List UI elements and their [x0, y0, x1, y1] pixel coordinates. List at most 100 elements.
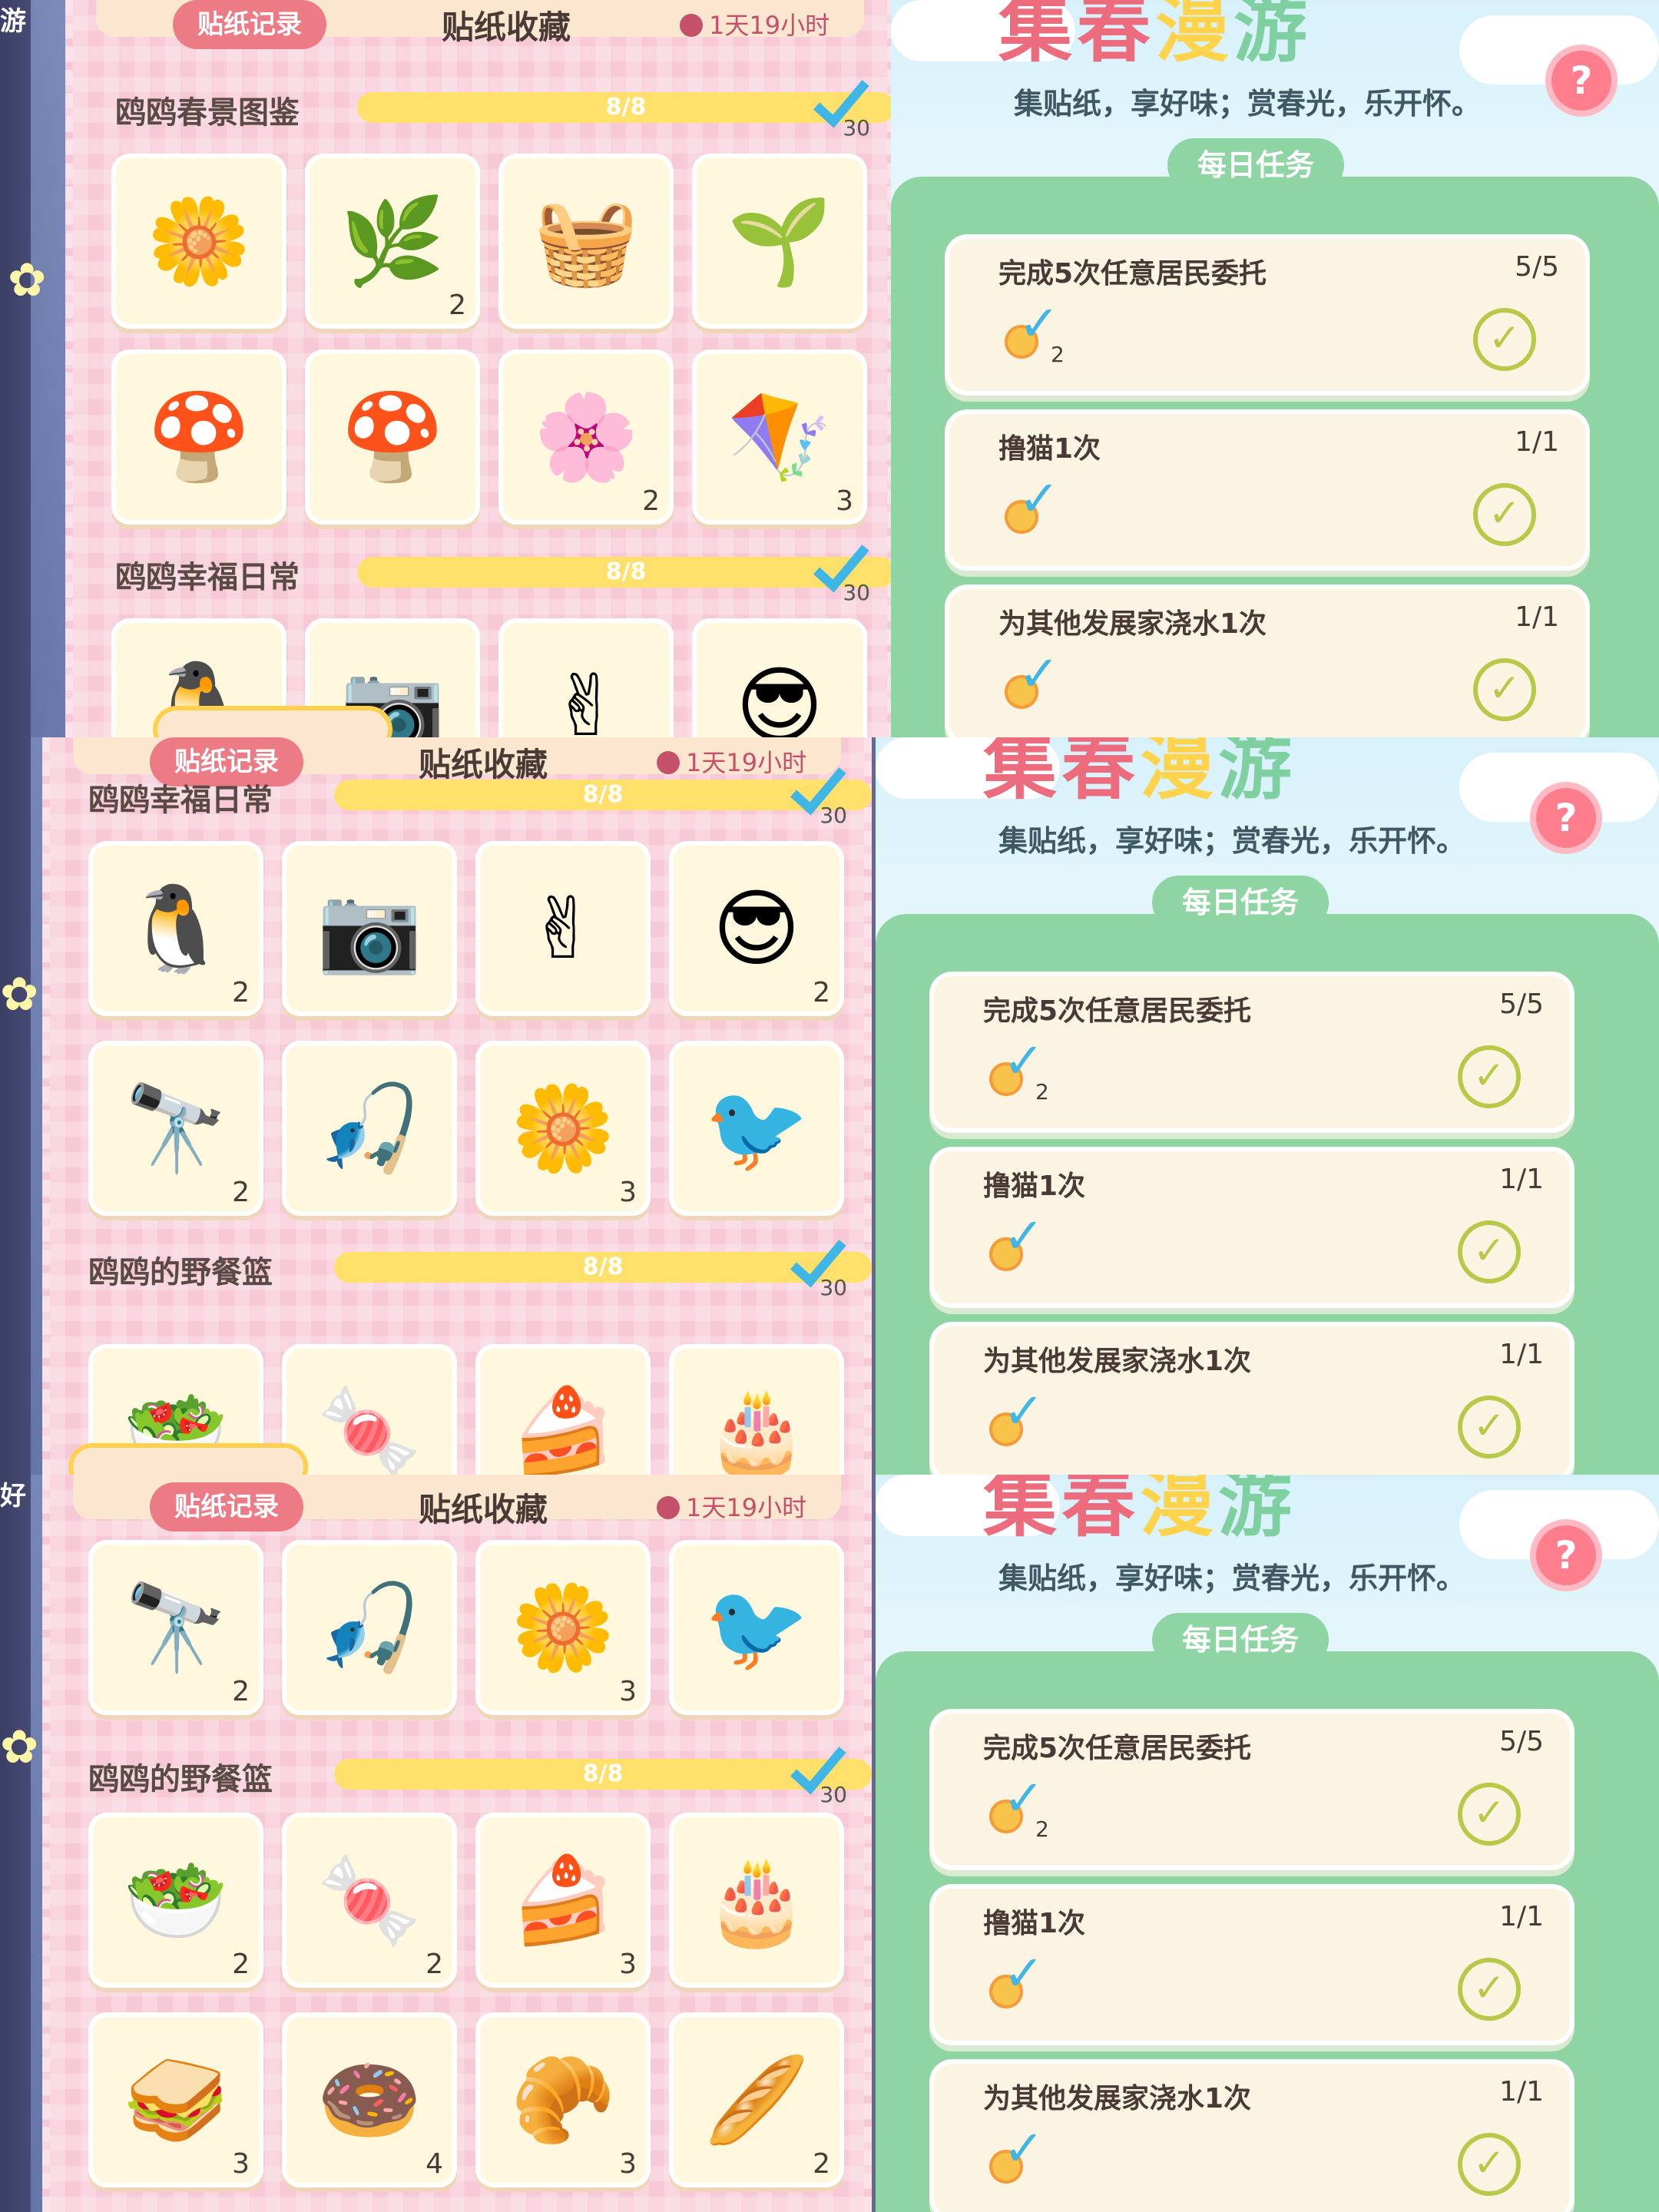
reward-amount: 30 [820, 1275, 847, 1300]
task-card[interactable]: 为其他发展家浇水1次 1/1 ✓ ✓ [929, 1322, 1575, 1475]
task-text: 撸猫1次 [983, 1908, 1086, 1939]
task-card[interactable]: 为其他发展家浇水1次 1/1 ✓ ✓ [945, 584, 1590, 737]
daily-task-tab[interactable]: 每日任务 [1152, 876, 1329, 929]
sticker-tile[interactable]: 🍬2 [282, 1813, 457, 1988]
sticker-record-tab[interactable]: 贴纸记录 [150, 1482, 303, 1532]
sticker-tile[interactable]: 🍰3 [475, 1344, 651, 1475]
sticker-tile[interactable]: 🌼 [111, 154, 286, 329]
sticker-tile[interactable]: 🐦 [669, 1540, 844, 1715]
camera-gull-sticker-icon: 📷 [316, 879, 422, 978]
sticker-tile[interactable]: 🥐 3 [475, 2012, 651, 2187]
sticker-tile[interactable]: ✌ [475, 841, 651, 1016]
daily-task-tab[interactable]: 每日任务 [1167, 138, 1344, 192]
sticker-grid-happy: 🐧 2 📷 ✌ 😎 2 [88, 841, 844, 1025]
sticker-tile[interactable]: 🥗2 [88, 1813, 263, 1988]
brown-mushroom-sticker-icon: 🍄 [146, 387, 252, 486]
event-title: 集春漫游 [983, 737, 1296, 810]
sticker-tile[interactable]: 🐦 [669, 1041, 844, 1216]
sticker-tile[interactable]: 😎2 [669, 841, 844, 1016]
reward-claimed-icon: ✓ [1018, 646, 1060, 703]
task-card[interactable]: 撸猫1次 1/1 ✓ ✓ [929, 1884, 1575, 2045]
task-progress: 5/5 [1499, 1726, 1544, 1757]
task-complete-icon[interactable]: ✓ [1458, 2133, 1521, 2196]
sticker-count: 2 [813, 2148, 830, 2180]
edge-label: 好 [0, 1481, 26, 1512]
macaron-sticker-icon: 🍬 [316, 1382, 422, 1475]
sticker-tile[interactable]: 🍰3 [475, 1813, 651, 1988]
sticker-tile[interactable]: 🎣 [282, 1041, 457, 1216]
daily-task-tab[interactable]: 每日任务 [1152, 1613, 1329, 1667]
task-text: 撸猫1次 [983, 1171, 1086, 1202]
section-title: 鸥鸥春景图鉴 [115, 95, 300, 131]
event-timer: 1天19小时 [680, 6, 830, 41]
sticker-count: 3 [619, 1676, 637, 1707]
sticker-tile[interactable]: 🥪 3 [88, 2012, 263, 2187]
task-complete-icon[interactable]: ✓ [1458, 1045, 1521, 1108]
reward-count: 2 [1035, 1816, 1049, 1842]
task-card[interactable]: 撸猫1次 1/1 ✓ ✓ [945, 409, 1590, 571]
task-complete-icon[interactable]: ✓ [1473, 658, 1536, 721]
flower-gull-sticker-icon: 🌼 [510, 1578, 616, 1677]
task-card[interactable]: 完成5次任意居民委托 5/5 ✓ 2 ✓ [945, 234, 1590, 396]
sticker-tile[interactable]: 🎂 [669, 1344, 844, 1475]
sticker-count: 2 [426, 1949, 443, 1980]
kite-sticker-icon: 🪁 [727, 387, 833, 486]
task-complete-icon[interactable]: ✓ [1473, 483, 1536, 546]
sticker-tile[interactable]: ✌ [498, 618, 674, 737]
sticker-tile[interactable]: 🍬2 [282, 1344, 457, 1475]
sticker-tile[interactable]: 🌼 3 [475, 1540, 651, 1715]
task-card[interactable]: 为其他发展家浇水1次 1/1 ✓ ✓ [929, 2059, 1575, 2212]
task-text: 完成5次任意居民委托 [983, 1733, 1252, 1764]
reward-claimed-icon: ✓ [1003, 1383, 1045, 1440]
sticker-tile[interactable]: 😎2 [692, 618, 867, 737]
willow-branch-sticker-icon: 🌿 [339, 191, 445, 290]
sticker-panel: 贴纸记录 贴纸收藏 1天19小时 🔭 2 🎣 🌼 3 🐦 鸥鸥的野餐篮 8/8 30 🥗 2… [42, 1475, 872, 2212]
task-complete-icon[interactable]: ✓ [1458, 1958, 1521, 2021]
section-title: 鸥鸥的野餐篮 [88, 1255, 273, 1290]
panel-title: 贴纸收藏 [442, 8, 571, 46]
task-card[interactable]: 撸猫1次 1/1 ✓ ✓ [929, 1147, 1575, 1308]
sticker-tile[interactable]: 🍩 4 [282, 2012, 457, 2187]
task-progress: 1/1 [1499, 1339, 1544, 1370]
chocolate-cake-sticker-icon: 🎂 [704, 1850, 810, 1949]
sticker-count: 2 [232, 1949, 250, 1980]
sticker-tile[interactable]: 🌿 2 [305, 154, 480, 329]
sticker-tile[interactable]: 🔭 2 [88, 1041, 263, 1216]
sticker-count: 3 [232, 2148, 250, 2180]
task-progress: 1/1 [1499, 1901, 1544, 1932]
reward-claimed-icon: ✓ [1003, 1208, 1045, 1265]
sticker-tile[interactable]: 🎣 [282, 1540, 457, 1715]
record-shortcut-button[interactable] [73, 1448, 303, 1475]
panel-header: 贴纸记录 贴纸收藏 1天19小时 [73, 1475, 841, 1532]
sticker-tile[interactable]: 🪁 3 [692, 349, 867, 525]
sticker-record-tab[interactable]: 贴纸记录 [173, 0, 326, 49]
event-panel: 集春漫游 ? 集贴纸，享好味；赏春光，乐开怀。 每日任务 完成5次任意居民委托 5… [876, 737, 1659, 1475]
task-card[interactable]: 完成5次任意居民委托 5/5 ✓ 2 ✓ [929, 1709, 1575, 1870]
task-card[interactable]: 完成5次任意居民委托 5/5 ✓ 2 ✓ [929, 972, 1575, 1133]
macaron-sticker-icon: 🍬 [316, 1850, 422, 1949]
sticker-tile[interactable]: 🍄 [111, 349, 286, 525]
event-subtitle: 集贴纸，享好味；赏春光，乐开怀。 [998, 1561, 1466, 1595]
help-button[interactable]: ? [1551, 51, 1611, 111]
task-complete-icon[interactable]: ✓ [1458, 1783, 1521, 1846]
task-complete-icon[interactable]: ✓ [1473, 308, 1536, 371]
task-complete-icon[interactable]: ✓ [1458, 1220, 1521, 1283]
sticker-tile[interactable]: 🎂 [669, 1813, 844, 1988]
sticker-tile[interactable]: 🌱 [692, 154, 867, 329]
sticker-tile[interactable]: 🥖 2 [669, 2012, 844, 2187]
sticker-count: 2 [232, 1676, 250, 1707]
sticker-tile[interactable]: 🐧2 [88, 841, 263, 1016]
sticker-tile[interactable]: 🌸 2 [498, 349, 674, 525]
task-complete-icon[interactable]: ✓ [1458, 1396, 1521, 1459]
sticker-tile[interactable]: 📷 [282, 841, 457, 1016]
bread-sticker-icon: 🥖 [704, 2050, 810, 2149]
help-button[interactable]: ? [1536, 1525, 1596, 1585]
strawberry-cake-sticker-icon: 🍰 [510, 1382, 616, 1475]
sticker-tile[interactable]: 🌼 3 [475, 1041, 651, 1216]
section-title: 鸥鸥幸福日常 [115, 560, 300, 595]
sticker-tile[interactable]: 🍄 [305, 349, 480, 525]
help-button[interactable]: ? [1536, 788, 1596, 848]
record-shortcut-button[interactable] [157, 710, 388, 737]
sticker-tile[interactable]: 🔭 2 [88, 1540, 263, 1715]
sticker-tile[interactable]: 🧺 [498, 154, 674, 329]
